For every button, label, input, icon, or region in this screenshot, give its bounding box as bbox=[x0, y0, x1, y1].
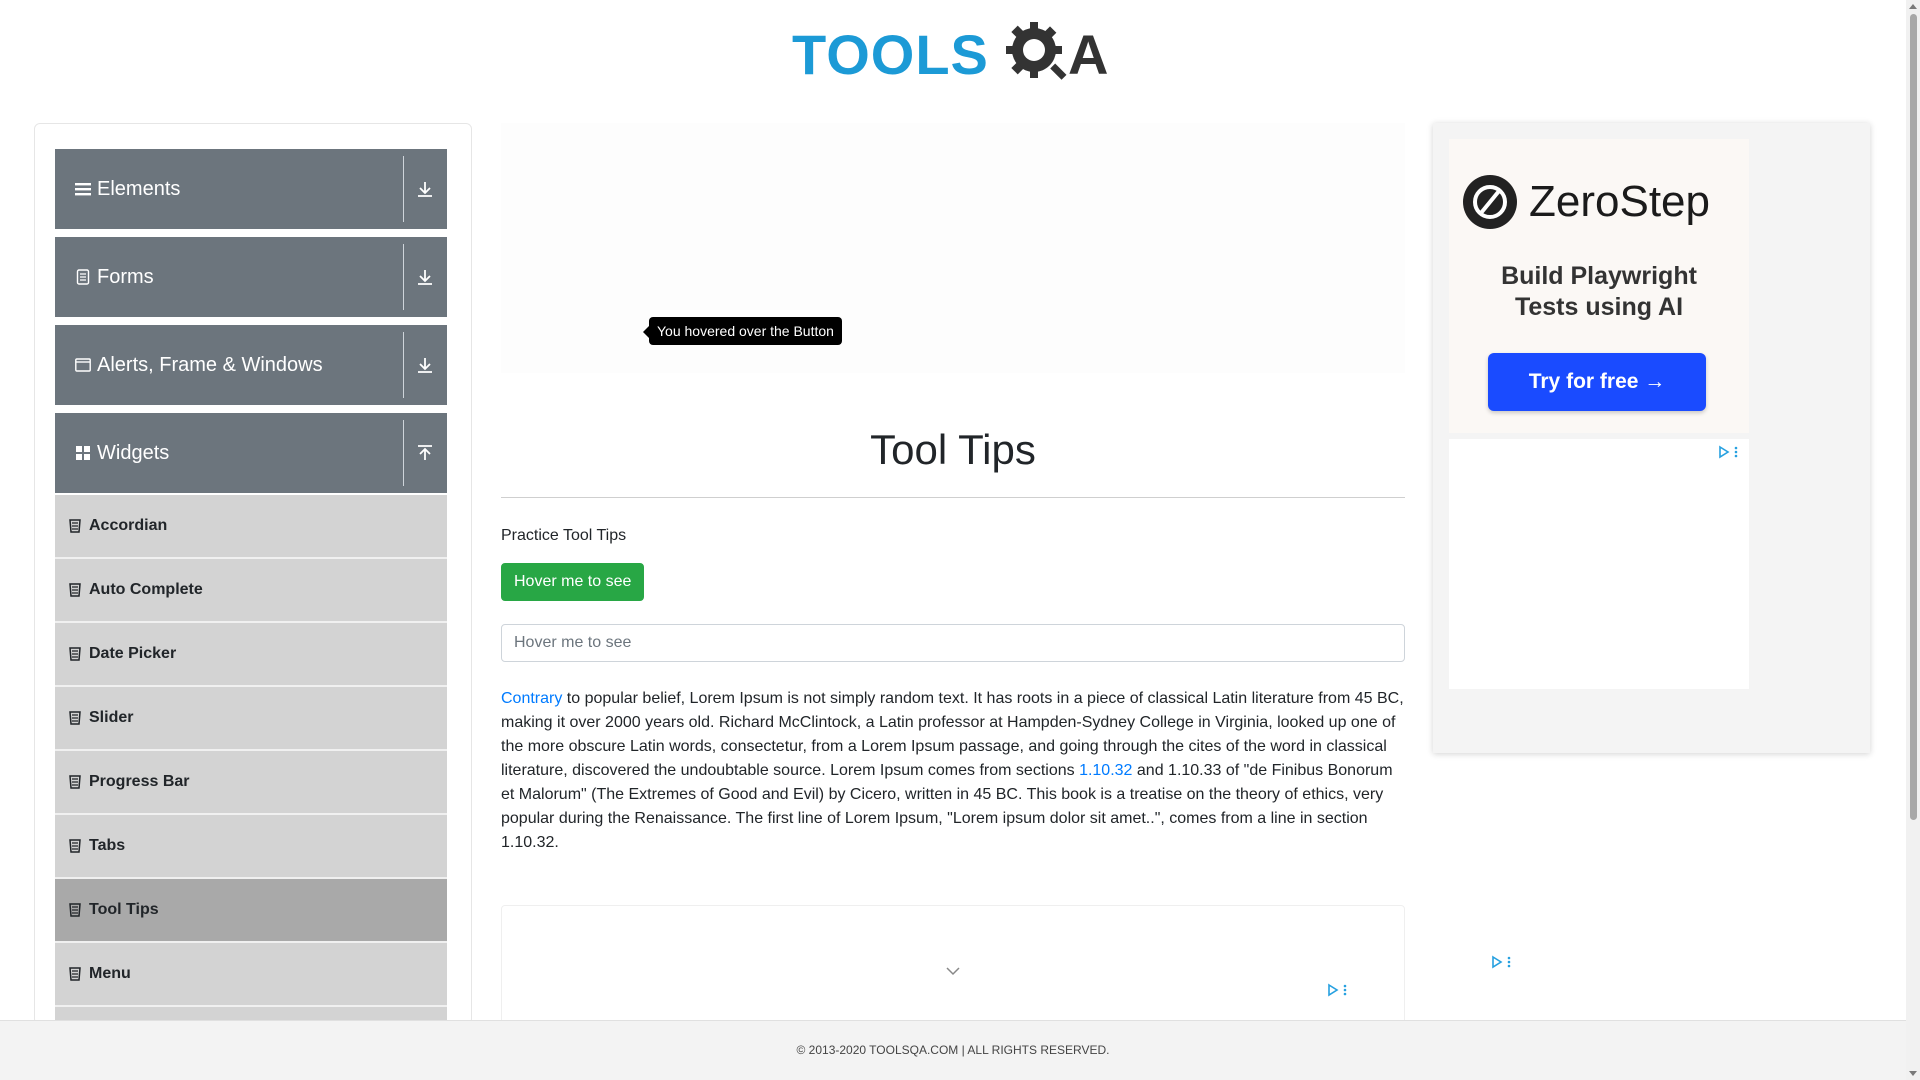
menu-item-icon bbox=[69, 711, 81, 725]
right-ad[interactable]: ZeroStep Build Playwright Tests using AI… bbox=[1433, 123, 1870, 753]
group-label: Alerts, Frame & Windows bbox=[97, 353, 323, 376]
ad-tagline-line1: Build Playwright bbox=[1501, 262, 1697, 290]
section-link[interactable]: 1.10.32 bbox=[1079, 762, 1132, 779]
menu-item-date-picker[interactable]: Date Picker bbox=[55, 623, 447, 687]
menu-item-tabs[interactable]: Tabs bbox=[55, 815, 447, 879]
group-label: Elements bbox=[97, 177, 181, 200]
zerostep-logo-icon bbox=[1463, 175, 1517, 229]
zerostep-brand: ZeroStep bbox=[1529, 177, 1710, 226]
download-icon[interactable] bbox=[413, 265, 437, 289]
menu-item-label: Tabs bbox=[89, 837, 126, 854]
scroll-down-icon[interactable] bbox=[1909, 1071, 1917, 1076]
group-alerts[interactable]: Alerts, Frame & Windows bbox=[55, 325, 447, 405]
chevron-down-icon[interactable] bbox=[945, 966, 961, 976]
top-ad-area bbox=[501, 123, 1405, 373]
download-icon[interactable] bbox=[413, 177, 437, 201]
menu-item-icon bbox=[69, 775, 81, 789]
menu-item-accordian[interactable]: Accordian bbox=[55, 495, 447, 559]
tooltip: You hovered over the Button bbox=[643, 317, 842, 345]
footer: © 2013-2020 TOOLSQA.COM | ALL RIGHTS RES… bbox=[0, 1020, 1906, 1080]
sidebar: Elements Forms Alerts, Frame & Windows W… bbox=[34, 123, 472, 1071]
gear-magnifier-icon bbox=[1006, 22, 1067, 80]
vertical-scrollbar[interactable] bbox=[1906, 0, 1920, 1080]
divider bbox=[403, 244, 404, 310]
menu-item-progress-bar[interactable]: Progress Bar bbox=[55, 751, 447, 815]
tooltip-text: You hovered over the Button bbox=[657, 323, 834, 339]
group-forms[interactable]: Forms bbox=[55, 237, 447, 317]
group-label: Forms bbox=[97, 265, 154, 288]
group-label: Widgets bbox=[97, 441, 170, 464]
hamburger-icon bbox=[75, 183, 91, 196]
logo-part-a-wrap: A bbox=[1068, 22, 1109, 87]
menu-item-slider[interactable]: Slider bbox=[55, 687, 447, 751]
logo-part-a: A bbox=[1068, 23, 1110, 86]
menu-item-auto-complete[interactable]: Auto Complete bbox=[55, 559, 447, 623]
hover-text-field[interactable] bbox=[501, 624, 1405, 662]
section-label: Practice Tool Tips bbox=[501, 527, 627, 544]
download-icon[interactable] bbox=[413, 353, 437, 377]
ad-tagline: Build Playwright Tests using AI bbox=[1449, 261, 1749, 323]
lorem-paragraph: Contrary to popular belief, Lorem Ipsum … bbox=[501, 687, 1405, 855]
adchoices-icon[interactable] bbox=[1327, 983, 1349, 997]
window-icon bbox=[75, 358, 91, 372]
group-widgets[interactable]: Widgets bbox=[55, 413, 447, 493]
zerostep-ad[interactable]: ZeroStep Build Playwright Tests using AI… bbox=[1449, 139, 1749, 433]
menu-item-tool-tips[interactable]: Tool Tips bbox=[55, 879, 447, 943]
menu-item-icon bbox=[69, 519, 81, 533]
menu-item-icon bbox=[69, 903, 81, 917]
tooltip-arrow bbox=[643, 326, 649, 338]
contrary-link[interactable]: Contrary bbox=[501, 690, 562, 707]
adchoices-icon[interactable] bbox=[1491, 955, 1513, 969]
divider bbox=[403, 156, 404, 222]
menu-item-icon bbox=[69, 647, 81, 661]
menu-item-label: Accordian bbox=[89, 517, 168, 534]
scroll-up-icon[interactable] bbox=[1909, 4, 1917, 9]
group-elements[interactable]: Elements bbox=[55, 149, 447, 229]
document-icon bbox=[76, 269, 90, 285]
hover-button[interactable]: Hover me to see bbox=[501, 563, 645, 601]
divider bbox=[403, 420, 404, 486]
menu-item-label: Auto Complete bbox=[89, 581, 203, 598]
menu-item-label: Menu bbox=[89, 965, 131, 982]
menu-item-label: Progress Bar bbox=[89, 773, 190, 790]
widgets-menu: Accordian Auto Complete Date Picker Slid… bbox=[55, 495, 447, 1071]
menu-item-label: Slider bbox=[89, 709, 134, 726]
logo-part-tools: TOOLS bbox=[792, 23, 989, 86]
site-logo[interactable]: TOOLS A bbox=[792, 14, 1118, 90]
right-ad-lower-area bbox=[1449, 439, 1749, 689]
upload-icon[interactable] bbox=[413, 441, 437, 465]
ad-tagline-line2: Tests using AI bbox=[1514, 293, 1684, 321]
grid-icon bbox=[76, 446, 90, 460]
adchoices-icon[interactable] bbox=[1718, 445, 1740, 459]
page-title: Tool Tips bbox=[870, 426, 1036, 473]
logo-text: TOOLS bbox=[792, 22, 989, 87]
title-divider bbox=[501, 497, 1405, 498]
menu-item-icon bbox=[69, 967, 81, 981]
divider bbox=[403, 332, 404, 398]
menu-item-menu[interactable]: Menu bbox=[55, 943, 447, 1007]
menu-item-icon bbox=[69, 839, 81, 853]
scroll-thumb[interactable] bbox=[1910, 14, 1917, 820]
try-for-free-button[interactable]: Try for free → bbox=[1488, 353, 1706, 411]
menu-item-label: Tool Tips bbox=[89, 901, 159, 918]
footer-copyright: © 2013-2020 TOOLSQA.COM | ALL RIGHTS RES… bbox=[796, 1043, 1110, 1057]
menu-item-label: Date Picker bbox=[89, 645, 177, 662]
menu-item-icon bbox=[69, 583, 81, 597]
